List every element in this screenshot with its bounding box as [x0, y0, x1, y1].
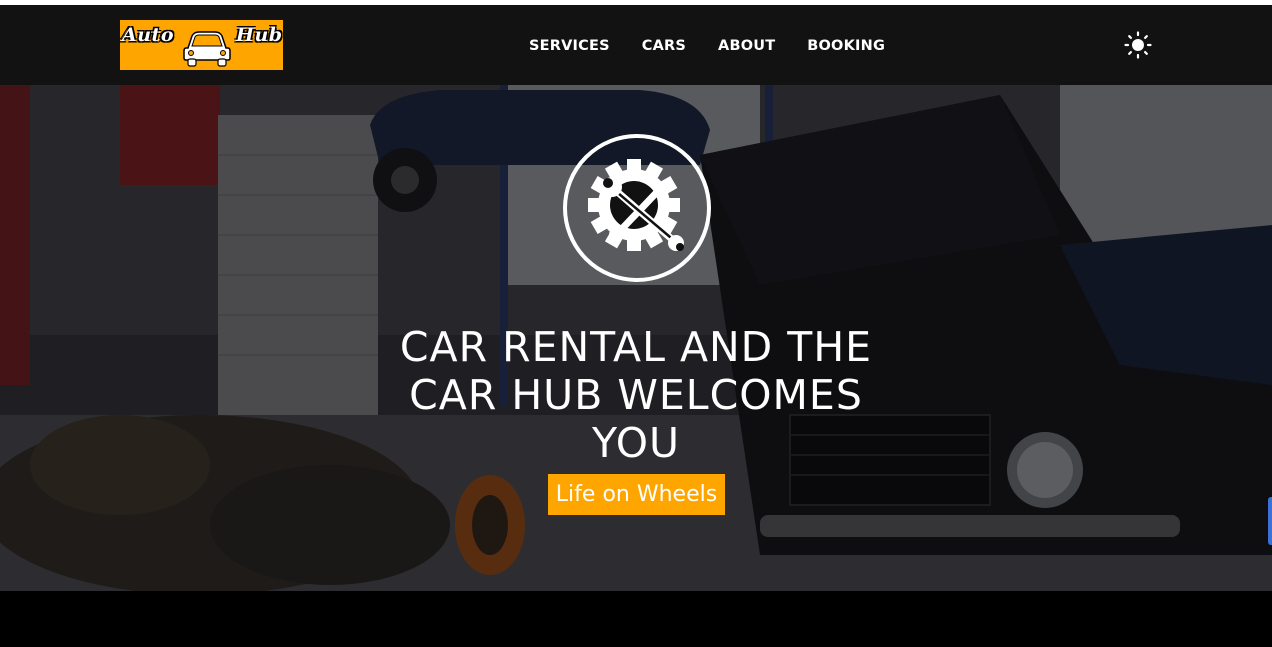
hero-title-line-1: CAR RENTAL AND THE — [399, 323, 873, 371]
main-nav: SERVICES CARS ABOUT BOOKING — [529, 36, 885, 56]
nav-link-cars[interactable]: CARS — [642, 36, 686, 56]
hero-section: CAR RENTAL AND THE CAR HUB WELCOMES YOU … — [0, 85, 1272, 591]
navbar: Auto Hub SERVICES CARS ABOUT BOOKING — [0, 5, 1272, 85]
gear-wrench-icon — [562, 133, 712, 283]
sun-icon — [1124, 31, 1152, 59]
footer-band — [0, 591, 1272, 647]
brand-logo[interactable]: Auto Hub — [120, 20, 283, 70]
nav-link-booking[interactable]: BOOKING — [807, 36, 885, 56]
hero-tagline: Life on Wheels — [548, 474, 725, 515]
nav-link-services[interactable]: SERVICES — [529, 36, 610, 56]
logo-text-auto: Auto — [122, 24, 175, 46]
theme-toggle-button[interactable] — [1124, 31, 1152, 59]
side-feedback-tab[interactable] — [1268, 497, 1272, 545]
hero-title-line-2: CAR HUB WELCOMES — [409, 371, 863, 419]
nav-link-about[interactable]: ABOUT — [718, 36, 775, 56]
hero-title-line-3: YOU — [591, 419, 681, 467]
logo-text-hub: Hub — [236, 24, 283, 46]
hero-title: CAR RENTAL AND THE CAR HUB WELCOMES YOU — [336, 323, 936, 467]
